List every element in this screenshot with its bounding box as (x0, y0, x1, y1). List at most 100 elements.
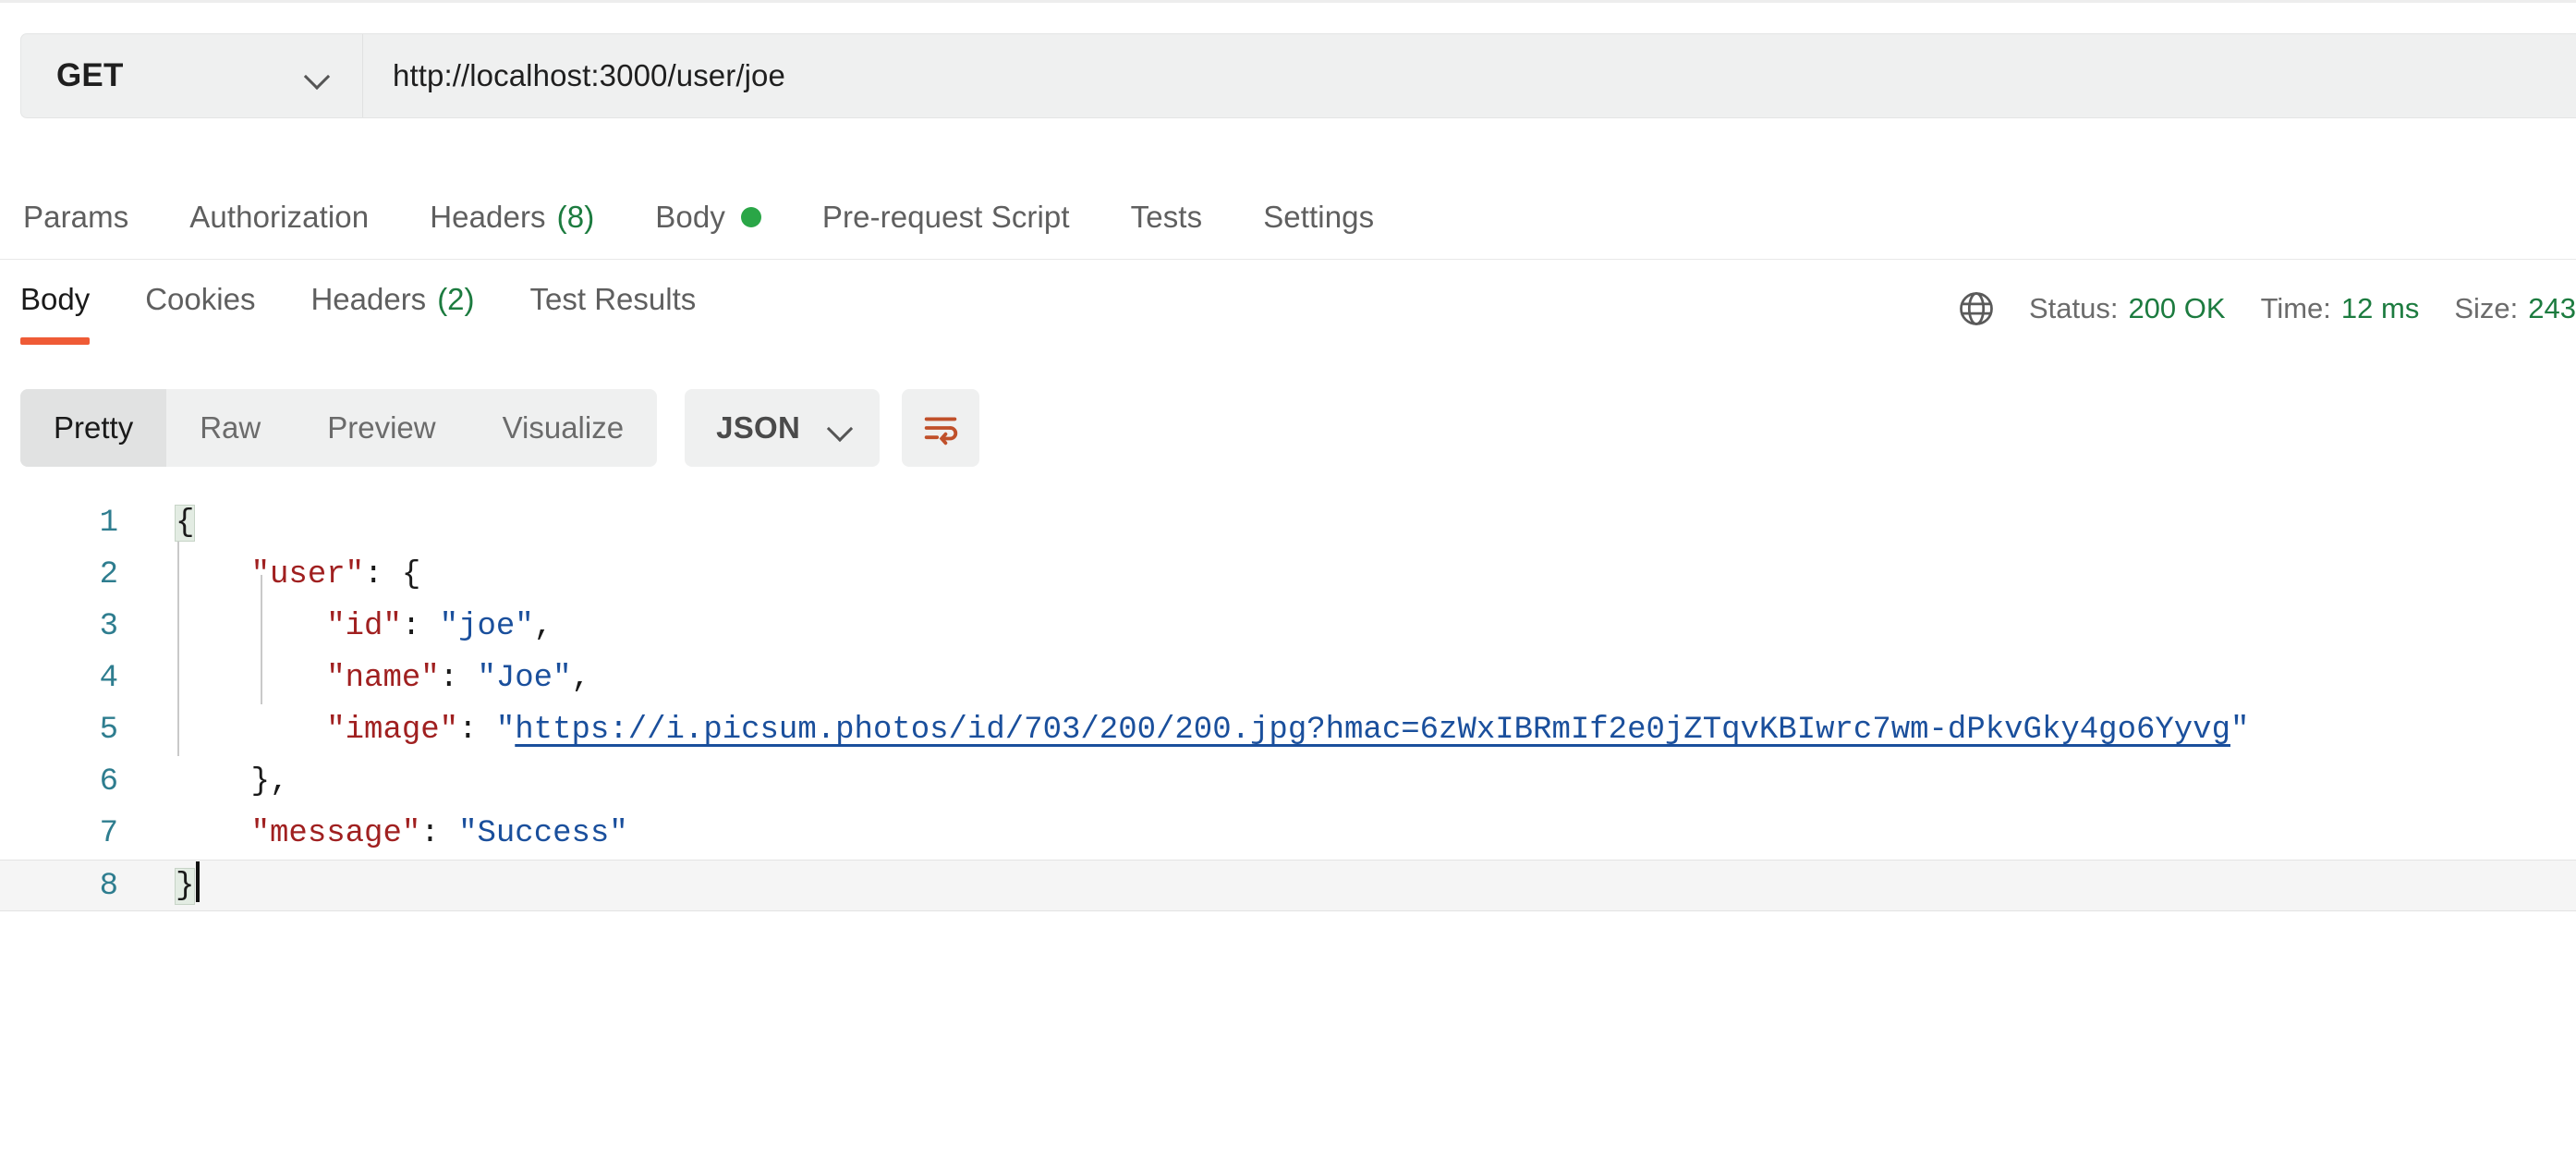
word-wrap-toggle-button[interactable] (902, 389, 980, 467)
request-tab-label: Headers (430, 199, 546, 234)
request-tab-pre-request-script[interactable]: Pre-request Script (822, 200, 1070, 235)
fold-column[interactable] (139, 756, 176, 808)
request-tab-label: Params (23, 199, 129, 234)
response-tab-label: Cookies (145, 282, 256, 316)
code-line-text: "name": "Joe", (176, 653, 2576, 704)
chevron-down-icon (305, 63, 331, 89)
json-colon: : (364, 557, 402, 592)
api-client-window: GET http://localhost:3000/user/joe Param… (0, 0, 2576, 1172)
http-method-label: GET (56, 57, 124, 93)
fold-column[interactable] (139, 653, 176, 704)
response-body-code-viewer[interactable]: 1 { 2 "user": { 3 "id": "joe", 4 "name":… (0, 497, 2576, 959)
json-comma: , (533, 609, 553, 644)
url-input[interactable]: http://localhost:3000/user/joe (363, 34, 2576, 117)
text-cursor-caret (196, 861, 200, 902)
code-line-text: "image": "https://i.picsum.photos/id/703… (176, 704, 2576, 756)
response-tab-body[interactable]: Body (20, 282, 91, 345)
json-key-id: "id" (326, 609, 402, 644)
request-tabs: Params Authorization Headers (8) Body Pr… (0, 175, 2576, 260)
size-label: Size: (2454, 292, 2519, 324)
code-line: 6 }, (0, 756, 2576, 808)
line-number: 2 (99, 557, 118, 592)
json-value-message: "Success" (458, 816, 628, 851)
response-tab-label: Body (20, 282, 91, 316)
request-url-bar: GET http://localhost:3000/user/joe (20, 33, 2576, 118)
http-method-dropdown[interactable]: GET (21, 34, 363, 117)
json-open-brace: { (174, 505, 196, 542)
code-line-active: 8 } (0, 860, 2576, 911)
response-tab-test-results[interactable]: Test Results (530, 282, 697, 345)
request-tab-count: (8) (556, 199, 595, 234)
chevron-down-icon (828, 415, 854, 441)
line-number: 1 (99, 506, 118, 541)
json-close-brace-comma: }, (250, 764, 289, 800)
json-value-name: "Joe" (477, 661, 572, 696)
json-value-image-url-link[interactable]: https://i.picsum.photos/id/703/200/200.j… (515, 713, 2230, 748)
response-tab-count: (2) (437, 282, 475, 316)
response-meta-strip: Status: 200 OK Time: 12 ms Size: 243 (1956, 282, 2576, 336)
code-line-text: }, (176, 756, 2576, 808)
time-badge[interactable]: Time: 12 ms (2261, 292, 2420, 325)
status-label: Status: (2028, 292, 2119, 324)
body-view-label: Pretty (54, 410, 134, 445)
fold-column[interactable] (139, 704, 176, 756)
size-badge[interactable]: Size: 243 (2454, 292, 2576, 325)
json-colon: : (401, 609, 440, 644)
code-line-text: "user": { (176, 549, 2576, 601)
word-wrap-icon (924, 417, 958, 446)
body-view-pretty[interactable]: Pretty (20, 389, 167, 467)
body-view-label: Visualize (502, 410, 625, 445)
response-body-toolbar: Pretty Raw Preview Visualize JSON (20, 389, 980, 467)
line-number: 6 (99, 764, 118, 800)
response-tab-headers[interactable]: Headers (2) (310, 282, 474, 345)
code-line: 7 "message": "Success" (0, 808, 2576, 860)
request-tab-settings[interactable]: Settings (1263, 200, 1374, 235)
response-tab-cookies[interactable]: Cookies (145, 282, 255, 345)
line-number: 8 (99, 869, 118, 904)
json-key-user: "user" (250, 557, 365, 592)
request-tab-tests[interactable]: Tests (1131, 200, 1203, 235)
body-format-dropdown[interactable]: JSON (685, 389, 881, 467)
code-line: 1 { (0, 497, 2576, 549)
response-tab-label: Headers (310, 282, 427, 316)
fold-column[interactable] (139, 601, 176, 653)
status-value: 200 OK (2128, 292, 2226, 324)
body-format-label: JSON (716, 410, 801, 445)
body-present-dot-icon (740, 206, 761, 227)
json-close-brace: } (174, 868, 196, 905)
globe-icon[interactable] (1956, 288, 1997, 329)
url-input-value: http://localhost:3000/user/joe (393, 58, 785, 92)
request-tab-label: Settings (1263, 199, 1375, 234)
json-key-message: "message" (250, 816, 421, 851)
json-quote-close: " (2230, 713, 2250, 748)
body-view-visualize[interactable]: Visualize (469, 389, 657, 467)
size-value: 243 (2528, 292, 2576, 324)
body-view-preview[interactable]: Preview (294, 389, 468, 467)
fold-column[interactable] (139, 808, 176, 860)
time-label: Time: (2260, 292, 2331, 324)
request-tab-label: Authorization (189, 199, 370, 234)
code-line-text: "message": "Success" (176, 808, 2576, 860)
body-view-raw[interactable]: Raw (166, 389, 294, 467)
request-tab-headers[interactable]: Headers (8) (430, 200, 594, 235)
request-tab-params[interactable]: Params (23, 200, 128, 235)
json-comma: , (571, 661, 590, 696)
request-tab-body[interactable]: Body (655, 200, 761, 235)
code-line-text: "id": "joe", (176, 601, 2576, 653)
request-tab-authorization[interactable]: Authorization (189, 200, 369, 235)
status-badge[interactable]: Status: 200 OK (2029, 292, 2226, 325)
fold-column[interactable] (139, 497, 176, 549)
body-view-label: Raw (200, 410, 261, 445)
request-tab-label: Body (655, 199, 725, 234)
fold-column[interactable] (139, 861, 176, 910)
line-number: 5 (99, 713, 118, 748)
fold-column[interactable] (139, 549, 176, 601)
code-line-text: { (174, 497, 2576, 549)
request-tab-label: Tests (1130, 199, 1203, 234)
body-view-label: Preview (327, 410, 436, 445)
